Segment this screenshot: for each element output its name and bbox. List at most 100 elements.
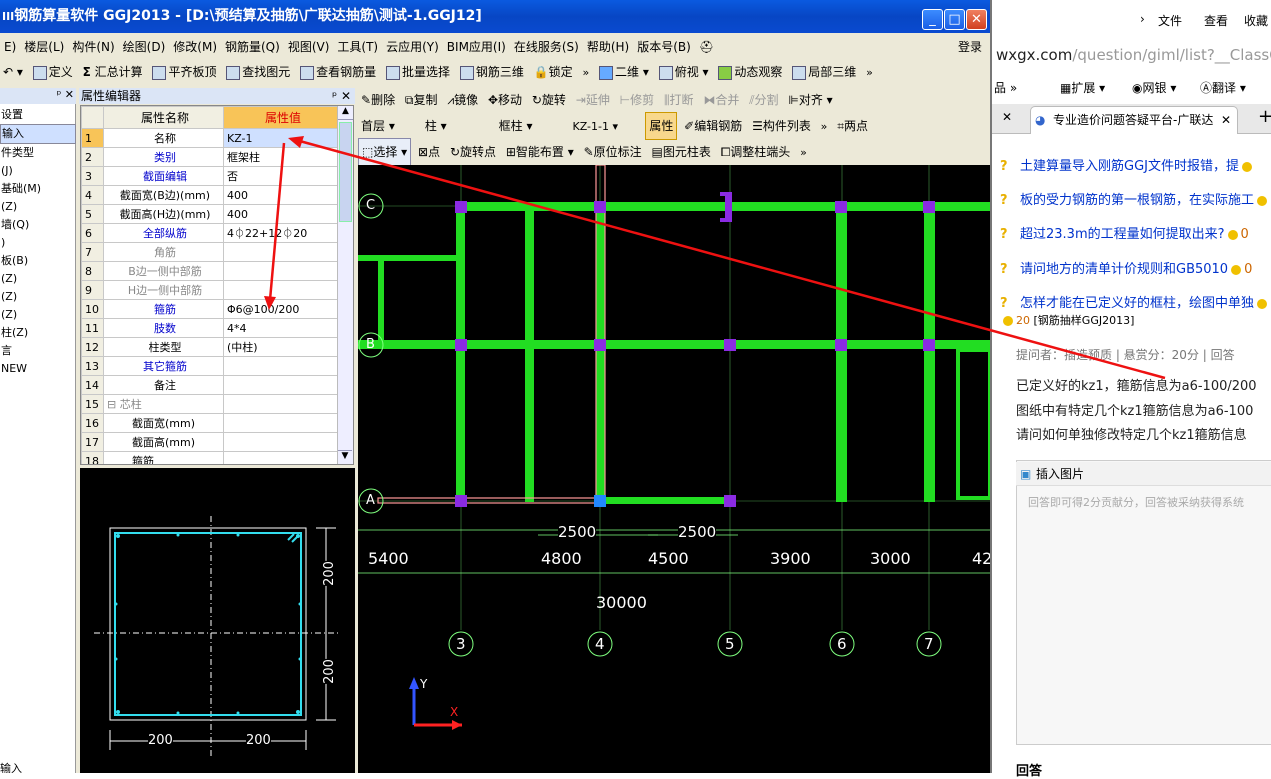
tree-item[interactable]: 输入 [0, 124, 76, 144]
property-value[interactable] [223, 280, 340, 300]
tree-item[interactable]: NEW [0, 360, 76, 378]
tree-item[interactable]: (J) [0, 162, 76, 180]
subtype-select[interactable]: 框柱 ▾ [496, 113, 566, 139]
edit-rebar-button[interactable]: ✐编辑钢筋 [681, 113, 745, 139]
column-table-button[interactable]: ▤图元柱表 [649, 139, 714, 165]
in-place-label-button[interactable]: ✎原位标注 [581, 139, 645, 165]
delete-button[interactable]: ✎删除 [358, 87, 398, 113]
floor-select[interactable]: 首层 ▾ [358, 113, 418, 139]
question-link[interactable]: ? 土建算量导入刚筋GGJ文件时报错，提 [1000, 155, 1255, 174]
property-row[interactable]: 11 肢数 4*4 [81, 318, 340, 338]
extend-button[interactable]: ⇥延伸 [573, 87, 613, 113]
batch-select-button[interactable]: 批量选择 [383, 59, 453, 85]
two-point-button[interactable]: ⌗两点 [834, 113, 871, 139]
property-row[interactable]: 15 ⊟ 芯柱 [81, 394, 340, 414]
tree-item[interactable]: ) [0, 234, 76, 252]
component-list-button[interactable]: ☰构件列表 [749, 113, 814, 139]
menu-item-4[interactable]: 修改(M) [169, 36, 221, 58]
insert-image-button[interactable]: ▣ 插入图片 [1016, 462, 1271, 486]
property-row[interactable]: 16 截面宽(mm) [81, 413, 340, 433]
rotate-point-button[interactable]: ↻旋转点 [447, 139, 499, 165]
menu-item-7[interactable]: 工具(T) [333, 36, 382, 58]
menu-item-11[interactable]: 帮助(H) [583, 36, 633, 58]
property-value[interactable] [223, 432, 340, 452]
lock-button[interactable]: 🔒锁定 [531, 59, 576, 85]
view-2d-dropdown[interactable]: 二维 ▾ [596, 59, 652, 85]
plan-drawing[interactable] [358, 164, 990, 773]
undo-button[interactable]: ↶ ▾ [0, 59, 26, 85]
browser-menu-view[interactable]: 查看 [1204, 12, 1228, 29]
menu-item-2[interactable]: 构件(N) [68, 36, 118, 58]
split-button[interactable]: ⫽分割 [746, 87, 781, 113]
property-value[interactable]: 400 [223, 185, 340, 205]
address-bar[interactable]: wxgx.com/question/giml/list?__ClassCode [996, 44, 1271, 66]
tree-item[interactable]: 件类型 [0, 144, 76, 162]
property-value[interactable]: 4⏀22+12⏀20 [223, 223, 340, 243]
property-row[interactable]: 12 柱类型 (中柱) [81, 337, 340, 357]
property-row[interactable]: 8 B边一侧中部筋 [81, 261, 340, 281]
tree-bottom-tab[interactable]: 输入 [0, 760, 22, 773]
close-button[interactable]: ✕ [966, 9, 987, 30]
question-link[interactable]: ? 板的受力钢筋的第一根钢筋，在实际施工 [1000, 189, 1270, 208]
property-value[interactable]: 4*4 [223, 318, 340, 338]
question-link[interactable]: ? 请问地方的清单计价规则和GB5010 0 [1000, 258, 1252, 277]
menu-item-0[interactable]: E) [0, 36, 20, 58]
browser-tab[interactable]: ◕ 专业造价问题答疑平台-广联达 ✕ [1030, 106, 1238, 134]
property-value[interactable]: 400 [223, 204, 340, 224]
tab-close-prev[interactable]: ✕ [1002, 110, 1012, 124]
rebar-3d-button[interactable]: 钢筋三维 [457, 59, 527, 85]
dynamic-view-button[interactable]: 动态观察 [715, 59, 785, 85]
tree-item[interactable]: (Z) [0, 306, 76, 324]
tree-item[interactable]: (Z) [0, 288, 76, 306]
local-3d-button[interactable]: 局部三维 [789, 59, 859, 85]
property-value[interactable] [223, 261, 340, 281]
minimize-button[interactable]: _ [922, 9, 943, 30]
mirror-button[interactable]: ⩘镜像 [444, 87, 481, 113]
menu-item-6[interactable]: 视图(V) [284, 36, 334, 58]
property-scrollbar[interactable]: ▲ ▼ [337, 106, 353, 464]
select-button[interactable]: ⬚选择 ▾ [358, 138, 412, 166]
element-select[interactable]: KZ-1-1 ▾ [569, 114, 641, 140]
trim-button[interactable]: ⊢修剪 [617, 87, 657, 113]
property-row[interactable]: 6 全部纵筋 4⏀22+12⏀20 [81, 223, 340, 243]
property-value[interactable] [223, 242, 340, 262]
menu-item-9[interactable]: BIM应用(I) [443, 36, 510, 58]
top-view-dropdown[interactable]: 俯视 ▾ [656, 59, 712, 85]
property-value[interactable]: Φ6@100/200 [223, 299, 340, 319]
tree-item[interactable]: 柱(Z) [0, 324, 76, 342]
menu-item-1[interactable]: 楼层(L) [20, 36, 68, 58]
login-link[interactable]: 登录 [958, 36, 982, 58]
browser-menu-file[interactable]: 文件 [1158, 12, 1182, 29]
rotate-button[interactable]: ↻旋转 [529, 87, 569, 113]
pin-close-icons[interactable]: ᵖ ✕ [332, 88, 351, 104]
tree-item[interactable]: 板(B) [0, 252, 76, 270]
point-button[interactable]: ⊠点 [415, 139, 443, 165]
property-row[interactable]: 5 截面高(H边)(mm) 400 [81, 204, 340, 224]
flat-slab-button[interactable]: 平齐板顶 [149, 59, 219, 85]
toolbar-chevron-4[interactable]: » [797, 140, 810, 166]
menu-item-12[interactable]: 版本号(B) [633, 36, 695, 58]
copy-button[interactable]: ⧉复制 [402, 87, 441, 113]
find-element-button[interactable]: 查找图元 [223, 59, 293, 85]
netbank-button[interactable]: ◉网银 ▾ [1132, 78, 1176, 98]
toolbar-chevron[interactable]: » [579, 60, 592, 86]
toolbar-chevron-2[interactable]: » [863, 60, 876, 86]
property-row[interactable]: 1 名称 KZ-1 [81, 128, 340, 148]
tree-item[interactable]: (Z) [0, 270, 76, 288]
property-row[interactable]: 10 箍筋 Φ6@100/200 [81, 299, 340, 319]
menu-item-5[interactable]: 钢筋量(Q) [221, 36, 284, 58]
smart-layout-button[interactable]: ⊞智能布置 ▾ [503, 139, 577, 165]
property-row[interactable]: 14 备注 [81, 375, 340, 395]
tree-item[interactable]: 设置 [0, 106, 76, 124]
property-value[interactable]: 框架柱 [223, 147, 340, 167]
align-dropdown[interactable]: ⊫对齐 ▾ [785, 87, 835, 113]
browser-toolbar-misc[interactable]: 品 » [994, 78, 1017, 98]
property-value[interactable] [223, 413, 340, 433]
tree-item[interactable]: 言 [0, 342, 76, 360]
break-button[interactable]: ⫼打断 [661, 87, 697, 113]
property-value[interactable] [223, 375, 340, 395]
property-row[interactable]: 2 类别 框架柱 [81, 147, 340, 167]
property-value[interactable] [223, 394, 340, 414]
tab-close-icon[interactable]: ✕ [1221, 107, 1231, 133]
toolbar-chevron-3[interactable]: » [818, 114, 831, 140]
